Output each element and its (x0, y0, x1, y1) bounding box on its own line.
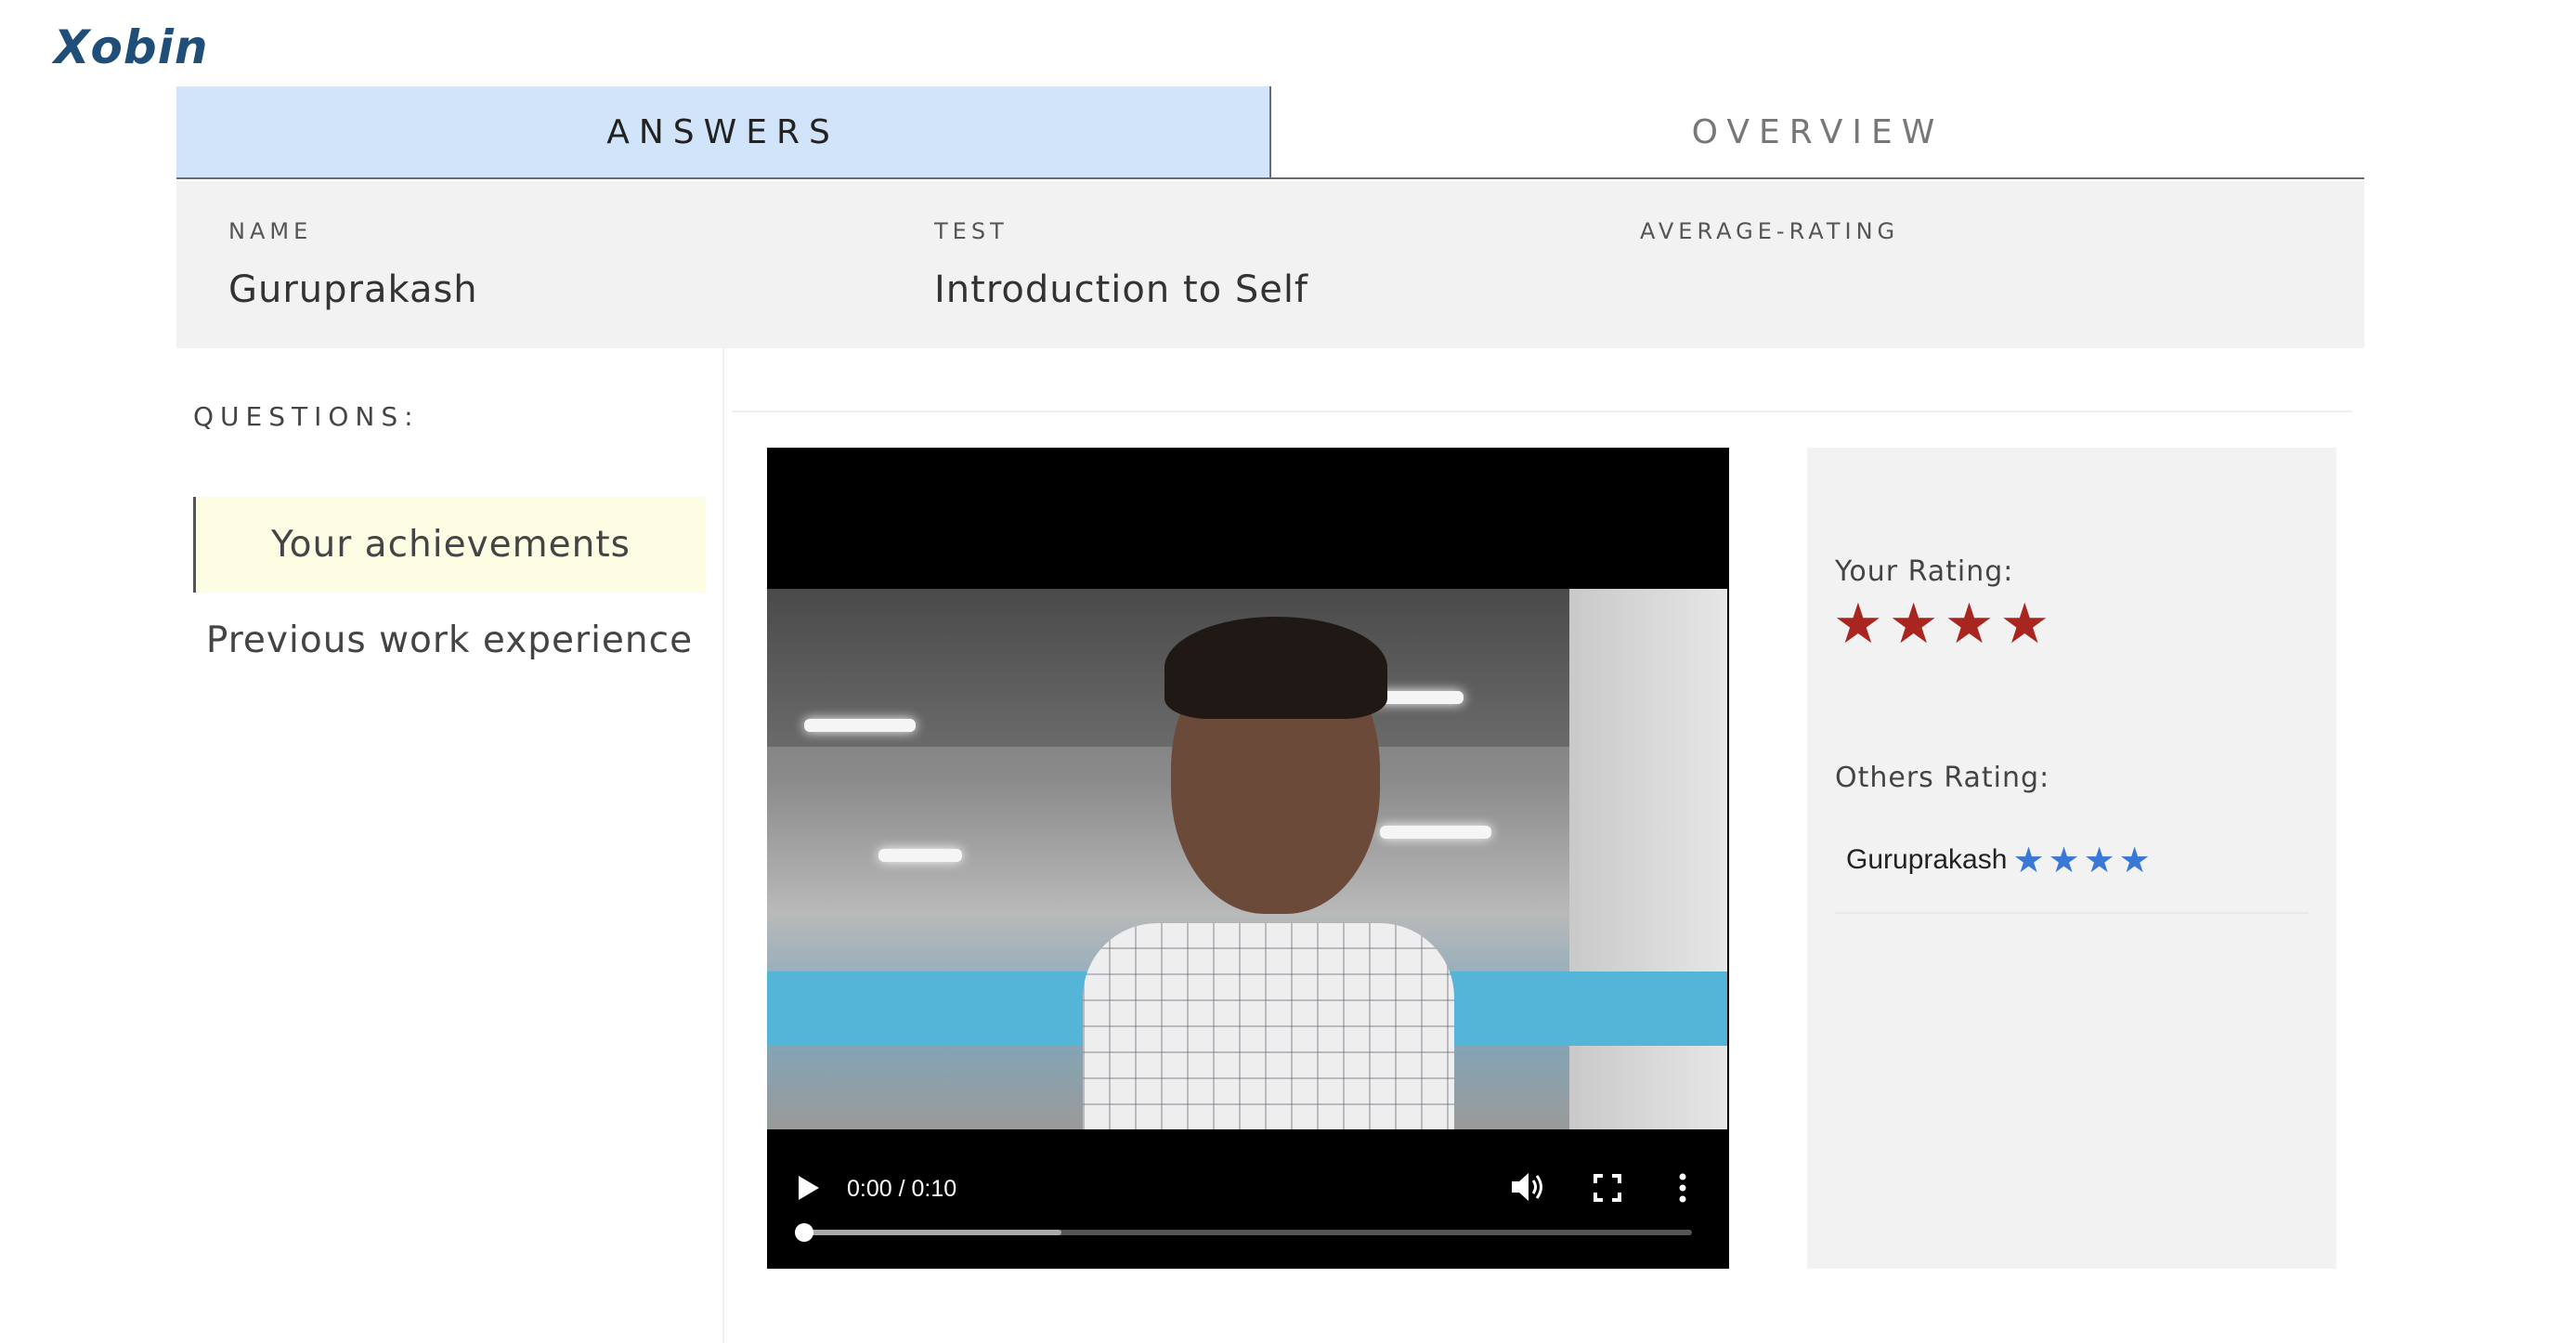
others-rating-label: Others Rating: (1835, 762, 2050, 794)
average-rating-column: AVERAGE-RATING (1640, 218, 1899, 268)
star-icon[interactable]: ★ (1945, 596, 1995, 652)
rating-panel: Your Rating: ★ ★ ★ ★ Others Rating: Gurupra… (1807, 448, 2336, 1269)
candidate-name: Guruprakash (228, 268, 478, 311)
tab-answers[interactable]: ANSWERS (176, 86, 1271, 177)
video-progress-handle[interactable] (795, 1223, 813, 1242)
test-label: TEST (934, 218, 1008, 244)
name-column: NAME Guruprakash (228, 218, 478, 311)
star-icon[interactable]: ★ (1833, 596, 1883, 652)
candidate-figure (1083, 607, 1454, 1129)
test-column: TEST Introduction to Self (934, 218, 1308, 311)
question-item-work-experience[interactable]: Previous work experience (193, 593, 706, 688)
star-icon[interactable]: ★ (1889, 596, 1939, 652)
star-icon[interactable]: ★ (1999, 596, 2049, 652)
question-item-achievements[interactable]: Your achievements (193, 497, 706, 593)
star-icon: ★ (2048, 840, 2080, 880)
candidate-hair (1164, 617, 1387, 719)
video-light (878, 849, 962, 862)
your-rating-label: Your Rating: (1835, 555, 2014, 588)
sidebar-divider (722, 348, 724, 1343)
play-icon[interactable] (797, 1174, 821, 1206)
tab-bar: ANSWERS OVERVIEW (176, 86, 2364, 179)
video-light (804, 719, 916, 732)
candidate-info-bar: NAME Guruprakash TEST Introduction to Se… (176, 181, 2364, 348)
star-icon: ★ (2083, 840, 2115, 880)
other-rating-stars: ★ ★ ★ ★ (2012, 840, 2153, 880)
name-label: NAME (228, 218, 313, 244)
tab-overview[interactable]: OVERVIEW (1271, 86, 2364, 177)
other-rater-name: Guruprakash (1846, 844, 2008, 875)
content-divider (732, 411, 2352, 412)
video-progress-bar[interactable] (795, 1223, 1692, 1242)
questions-heading: QUESTIONS: (193, 401, 420, 432)
test-name: Introduction to Self (934, 268, 1309, 311)
video-buffer-bar (804, 1230, 1062, 1235)
star-icon: ★ (2118, 840, 2151, 880)
your-rating-stars[interactable]: ★ ★ ★ ★ (1833, 596, 2049, 652)
fullscreen-icon[interactable] (1594, 1174, 1621, 1206)
volume-icon[interactable] (1510, 1170, 1547, 1207)
video-wall (1569, 589, 1727, 1129)
average-rating-label: AVERAGE-RATING (1640, 218, 1900, 244)
video-frame[interactable] (767, 589, 1727, 1129)
answer-video-player[interactable]: 0:00 / 0:10 (767, 448, 1729, 1269)
video-time: 0:00 / 0:10 (847, 1176, 957, 1202)
more-options-icon[interactable] (1677, 1172, 1688, 1207)
star-icon: ★ (2012, 840, 2045, 880)
candidate-shirt (1083, 923, 1454, 1129)
xobin-logo[interactable]: Xobin (54, 20, 208, 74)
video-controls: 0:00 / 0:10 (767, 1129, 1729, 1269)
other-rating-row: Guruprakash ★ ★ ★ ★ (1846, 840, 2154, 880)
questions-list: Your achievements Previous work experien… (193, 497, 706, 688)
rating-divider (1835, 912, 2309, 914)
